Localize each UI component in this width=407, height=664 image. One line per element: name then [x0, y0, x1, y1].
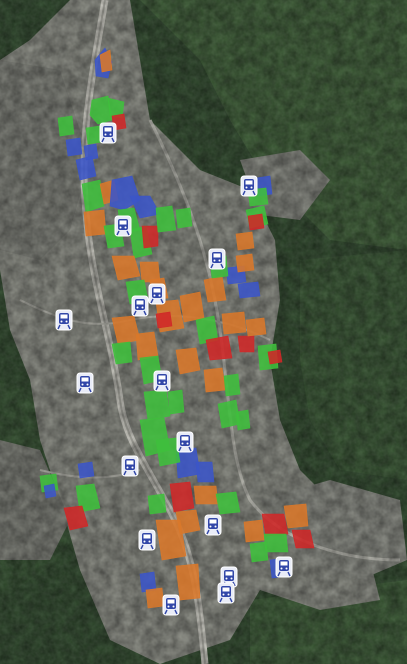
- parcel-orange[interactable]: [175, 563, 201, 601]
- parcel-orange[interactable]: [135, 331, 159, 361]
- map-canvas[interactable]: [0, 0, 407, 664]
- train-station-icon[interactable]: [131, 295, 149, 317]
- train-station-icon[interactable]: [217, 582, 235, 604]
- parcel-red[interactable]: [261, 513, 289, 537]
- train-station-icon[interactable]: [153, 370, 171, 392]
- parcel-green[interactable]: [175, 207, 193, 229]
- parcel-orange[interactable]: [179, 291, 205, 323]
- parcel-red[interactable]: [267, 349, 283, 365]
- parcel-blue[interactable]: [83, 143, 99, 161]
- parcel-blue[interactable]: [65, 137, 83, 157]
- train-station-icon[interactable]: [121, 455, 139, 477]
- parcel-green[interactable]: [235, 409, 251, 431]
- parcel-blue[interactable]: [237, 281, 261, 299]
- train-station-icon[interactable]: [240, 175, 258, 197]
- parcel-green[interactable]: [147, 493, 167, 515]
- parcel-green[interactable]: [263, 533, 289, 553]
- parcel-blue[interactable]: [195, 461, 215, 483]
- train-station-icon[interactable]: [55, 309, 73, 331]
- parcel-overlay: [39, 47, 315, 616]
- train-station-icon[interactable]: [162, 594, 180, 616]
- parcel-orange[interactable]: [203, 275, 227, 303]
- parcel-orange[interactable]: [243, 519, 265, 543]
- parcel-orange[interactable]: [111, 255, 141, 281]
- parcel-orange[interactable]: [111, 315, 141, 345]
- train-station-icon[interactable]: [208, 248, 226, 270]
- parcel-red[interactable]: [291, 529, 315, 549]
- parcel-green[interactable]: [111, 341, 133, 365]
- train-station-icon[interactable]: [204, 514, 222, 536]
- parcel-orange[interactable]: [235, 231, 255, 251]
- parcel-orange[interactable]: [235, 253, 255, 273]
- train-station-icon[interactable]: [148, 283, 166, 305]
- parcel-blue[interactable]: [77, 461, 95, 479]
- parcel-green[interactable]: [167, 389, 185, 415]
- train-station-icon[interactable]: [275, 556, 293, 578]
- parcel-red[interactable]: [247, 213, 265, 231]
- parcel-red[interactable]: [205, 335, 233, 361]
- parcel-orange[interactable]: [175, 347, 201, 375]
- parcel-green[interactable]: [57, 115, 75, 137]
- parcel-green[interactable]: [223, 373, 241, 397]
- parcel-orange[interactable]: [193, 485, 219, 505]
- parcel-green[interactable]: [155, 437, 181, 467]
- parcel-green[interactable]: [143, 389, 171, 421]
- parcel-red[interactable]: [169, 481, 195, 513]
- parcel-orange[interactable]: [245, 317, 267, 337]
- train-station-icon[interactable]: [114, 215, 132, 237]
- parcel-orange[interactable]: [145, 587, 165, 609]
- train-station-icon[interactable]: [99, 122, 117, 144]
- parcel-orange[interactable]: [83, 209, 107, 237]
- parcel-layer: [39, 47, 315, 609]
- parcel-orange[interactable]: [283, 503, 309, 529]
- parcel-green[interactable]: [155, 205, 177, 233]
- parcel-red[interactable]: [141, 225, 159, 249]
- parcel-blue[interactable]: [43, 483, 57, 499]
- train-station-icon[interactable]: [138, 529, 156, 551]
- parcel-red[interactable]: [155, 311, 173, 329]
- parcel-red[interactable]: [237, 335, 255, 353]
- parcel-orange[interactable]: [203, 367, 227, 393]
- train-station-icon[interactable]: [176, 431, 194, 453]
- train-station-icon[interactable]: [76, 372, 94, 394]
- parcel-green[interactable]: [249, 541, 269, 563]
- parcel-green[interactable]: [215, 491, 241, 515]
- parcel-orange[interactable]: [221, 311, 247, 335]
